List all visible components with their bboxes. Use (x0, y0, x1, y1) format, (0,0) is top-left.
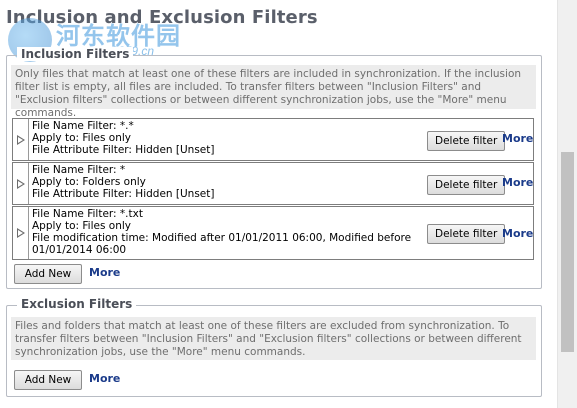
filter-row[interactable]: File Name Filter: * Apply to: Folders on… (12, 162, 534, 205)
scrollbar-thumb[interactable] (561, 152, 574, 352)
filter-details: File Name Filter: *.txt Apply to: Files … (32, 208, 411, 256)
filter-line: File Attribute Filter: Hidden [Unset] (32, 144, 215, 156)
exclusion-description: Files and folders that match at least on… (11, 317, 536, 360)
delete-filter-button[interactable]: Delete filter (427, 224, 506, 244)
delete-filter-button[interactable]: Delete filter (427, 131, 506, 151)
more-link[interactable]: More (502, 227, 533, 240)
exclusion-filters-legend: Exclusion Filters (17, 297, 137, 311)
expand-arrow-icon[interactable] (13, 163, 29, 204)
more-link[interactable]: More (502, 132, 533, 145)
filter-row[interactable]: File Name Filter: *.* Apply to: Files on… (12, 118, 534, 161)
expand-arrow-icon[interactable] (13, 207, 29, 259)
add-new-inclusion-button[interactable]: Add New (14, 264, 82, 284)
more-link[interactable]: More (502, 176, 533, 189)
page-title: Inclusion and Exclusion Filters (6, 7, 318, 28)
filter-line: File Name Filter: *.txt (32, 208, 143, 220)
add-new-exclusion-button[interactable]: Add New (14, 370, 82, 390)
inclusion-filters-legend: Inclusion Filters (17, 47, 134, 61)
vertical-scrollbar[interactable] (557, 0, 577, 408)
inclusion-more-link[interactable]: More (89, 266, 120, 279)
filter-line: Apply to: Folders only (32, 176, 146, 188)
filter-line: File Name Filter: *.* (32, 120, 134, 132)
filter-row[interactable]: File Name Filter: *.txt Apply to: Files … (12, 206, 534, 260)
filter-details: File Name Filter: *.* Apply to: Files on… (32, 120, 214, 156)
filter-line: File Name Filter: * (32, 164, 126, 176)
inclusion-description: Only files that match at least one of th… (11, 65, 536, 119)
filter-line: Apply to: Files only (32, 132, 131, 144)
filter-line: 01/01/2014 06:00 (32, 244, 127, 256)
exclusion-more-link[interactable]: More (89, 372, 120, 385)
filter-line: File modification time: Modified after 0… (32, 232, 412, 244)
filter-details: File Name Filter: * Apply to: Folders on… (32, 164, 214, 200)
filter-line: Apply to: Files only (32, 220, 131, 232)
filter-line: File Attribute Filter: Hidden [Unset] (32, 188, 215, 200)
expand-arrow-icon[interactable] (13, 119, 29, 160)
delete-filter-button[interactable]: Delete filter (427, 175, 506, 195)
